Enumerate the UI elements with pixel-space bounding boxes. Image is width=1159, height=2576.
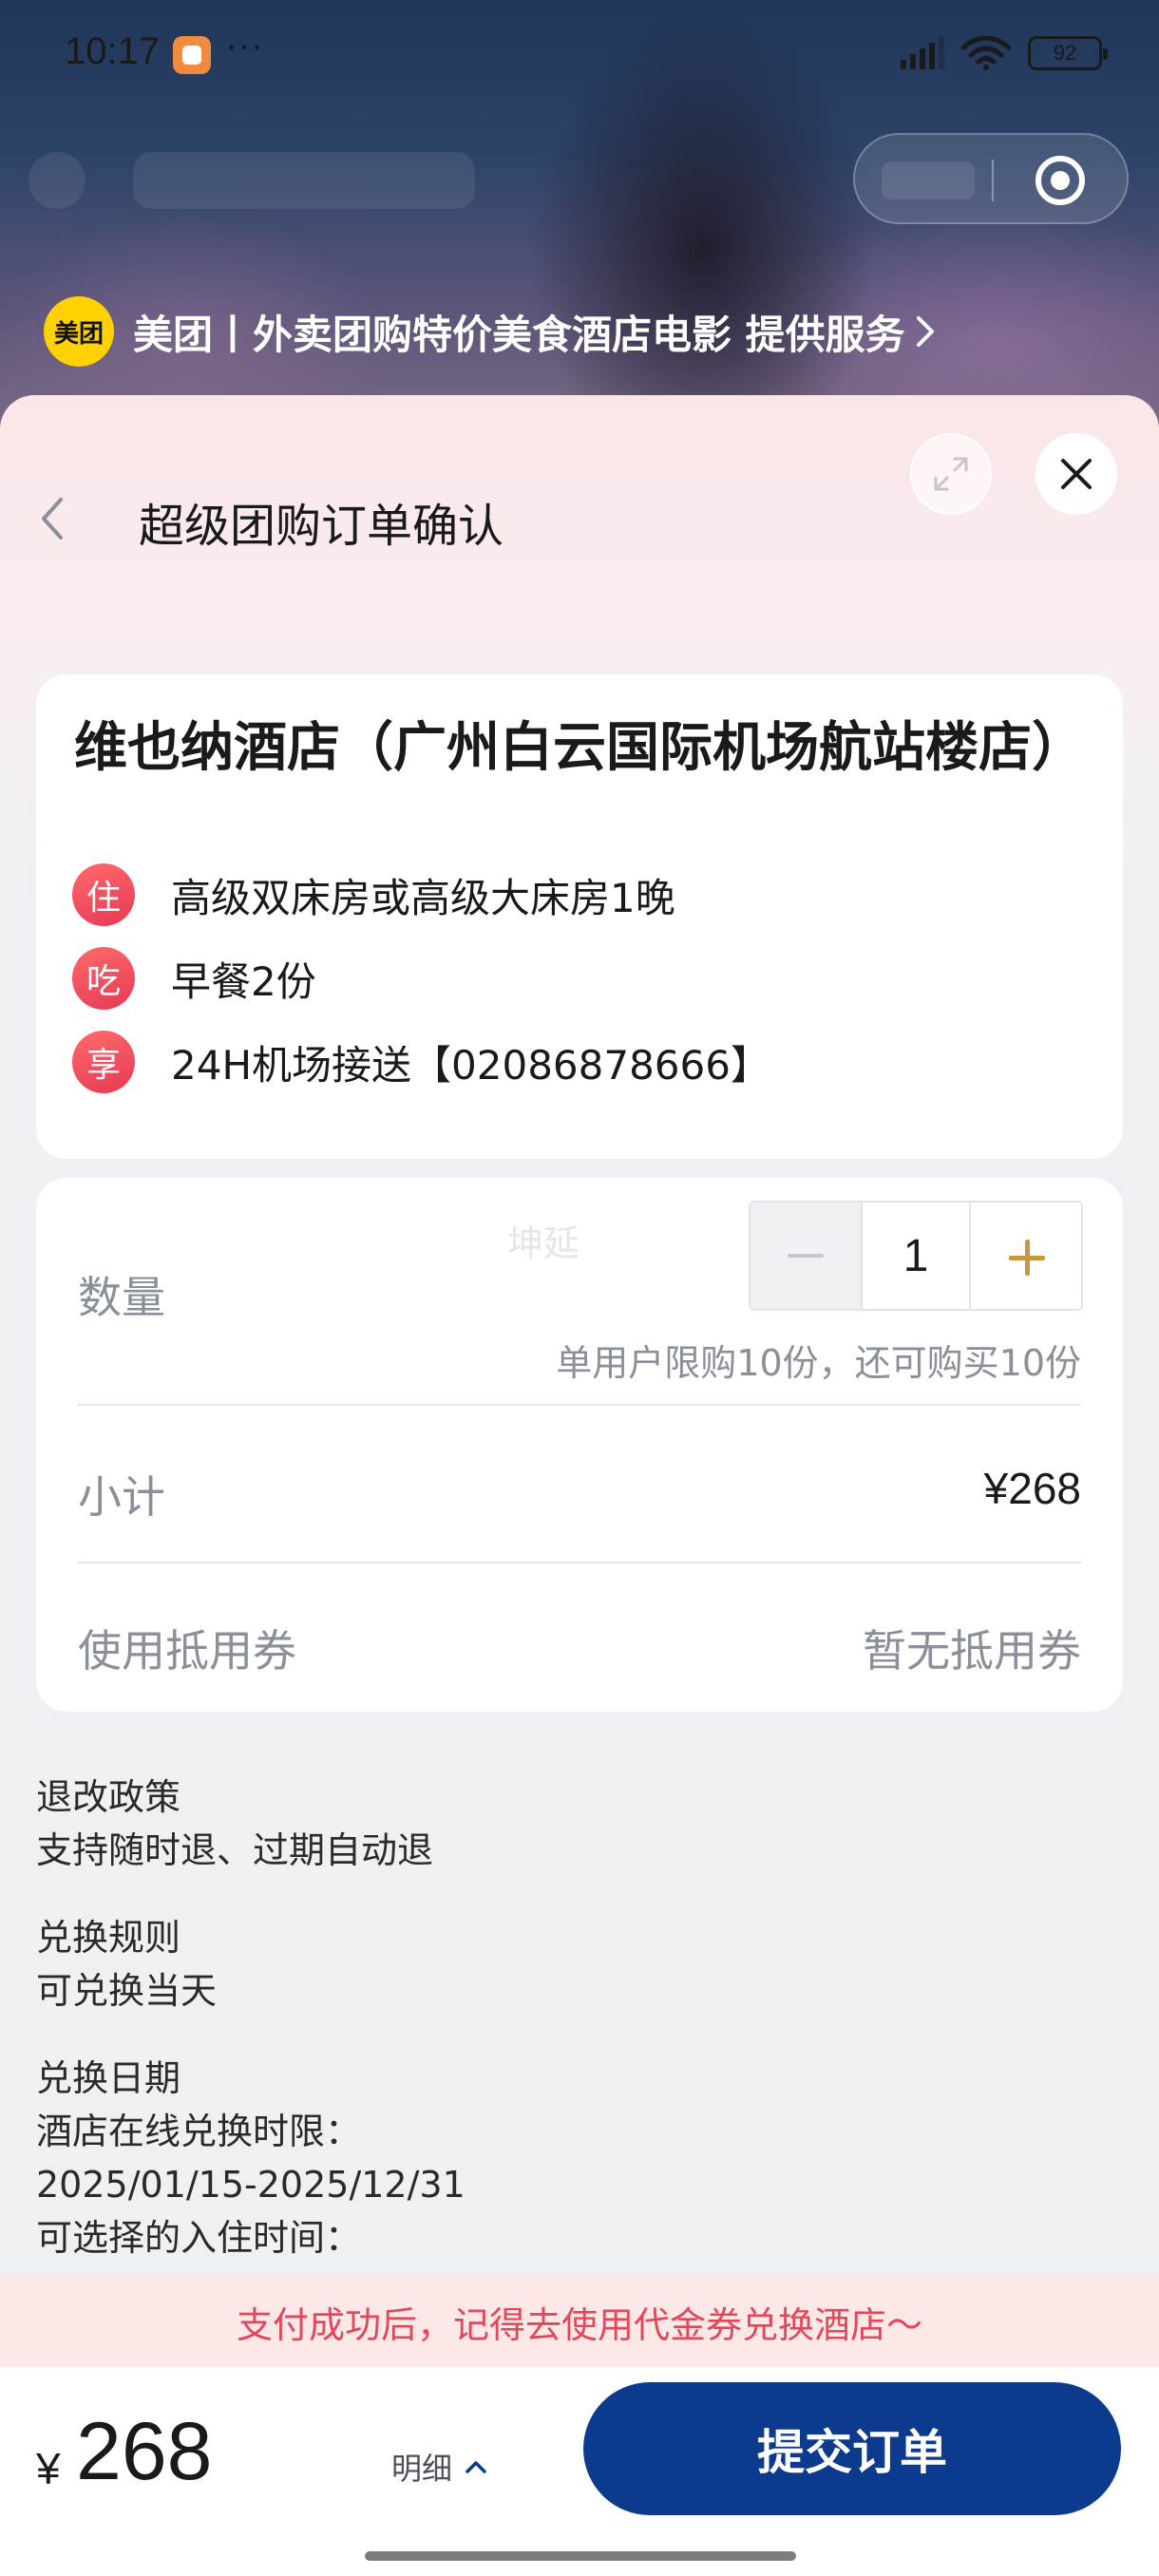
quantity-stepper[interactable]: 1 — [749, 1201, 1083, 1311]
back-icon[interactable] — [32, 490, 70, 547]
more-notifications-icon: ··· — [226, 28, 265, 67]
hotel-card: 维也纳酒店（广州白云国际机场航站楼店） 住 高级双床房或高级大床房1晚 吃 早餐… — [36, 674, 1123, 1159]
coupon-label[interactable]: 使用抵用券 — [78, 1617, 296, 1679]
capsule-close-icon[interactable] — [1036, 156, 1085, 205]
meituan-logo: 美团 — [44, 296, 114, 367]
blurred-title — [133, 152, 475, 209]
provider-row[interactable]: 美团 美团丨外卖团购特价美食酒店电影 提供服务 — [44, 296, 940, 367]
quantity-label: 数量 — [78, 1272, 165, 1323]
policy-line: 可兑换当天 — [36, 1970, 218, 2012]
divider — [78, 1562, 1081, 1563]
decrease-button[interactable] — [750, 1203, 861, 1309]
policy-line: 可选择的入住时间： — [36, 2217, 362, 2259]
wifi-icon — [961, 36, 1011, 70]
policy-title: 兑换日期 — [36, 2057, 181, 2099]
meal-badge-icon: 吃 — [72, 947, 135, 1010]
perk-text: 早餐2份 — [171, 957, 316, 1005]
perk-text: 24H机场接送【02086878666】 — [171, 1041, 770, 1089]
stay-badge-icon: 住 — [72, 863, 135, 926]
perk-item: 吃 早餐2份 — [72, 946, 316, 1011]
perk-text: 高级双床房或高级大床房1晚 — [171, 874, 675, 921]
coupon-value[interactable]: 暂无抵用券 — [863, 1617, 1081, 1679]
provider-text: 美团丨外卖团购特价美食酒店电影 提供服务 — [133, 311, 905, 358]
status-bar: 10:17 ··· 92 — [0, 0, 1159, 109]
miniprogram-capsule[interactable] — [853, 133, 1129, 224]
chevron-right-icon — [916, 316, 934, 347]
divider — [78, 1404, 1081, 1406]
chevron-up-icon — [466, 2461, 486, 2473]
subtotal-value: ¥268 — [983, 1464, 1081, 1513]
quantity-value[interactable]: 1 — [861, 1203, 971, 1309]
purchase-limit-text: 单用户限购10份，还可购买10份 — [556, 1342, 1081, 1384]
expand-icon — [934, 457, 968, 491]
detail-label: 明细 — [391, 2451, 453, 2487]
policy-title: 退改政策 — [36, 1776, 181, 1818]
perk-item: 住 高级双床房或高级大床房1晚 — [72, 862, 675, 927]
policy-line: 2025/01/15-2025/12/31 — [36, 2164, 466, 2206]
perk-item: 享 24H机场接送【02086878666】 — [72, 1030, 770, 1094]
status-time: 10:17 — [65, 30, 161, 72]
page-title: 超级团购订单确认 — [139, 500, 504, 553]
exchange-rule: 兑换规则 可兑换当天 — [36, 1911, 217, 2017]
policy-line: 酒店在线兑换时限： — [36, 2111, 362, 2152]
exchange-date: 兑换日期 酒店在线兑换时限： 2025/01/15-2025/12/31 可选择… — [36, 2052, 466, 2264]
payment-notice: 支付成功后，记得去使用代金券兑换酒店～ — [0, 2276, 1159, 2367]
notification-app-icon — [173, 36, 211, 74]
policy-title: 兑换规则 — [36, 1917, 181, 1959]
currency-symbol: ¥ — [36, 2444, 61, 2493]
submit-order-button[interactable]: 提交订单 — [583, 2382, 1121, 2515]
bottom-action-bar: ¥ 268 明细 提交订单 — [0, 2367, 1159, 2576]
watermark-text: 坤延 — [507, 1222, 580, 1264]
increase-button[interactable] — [971, 1203, 1081, 1309]
expand-button[interactable] — [910, 433, 992, 515]
signal-icon — [901, 37, 944, 69]
order-sheet: 超级团购订单确认 维也纳酒店（广州白云国际机场航站楼店） 住 高级双床房或高级大… — [0, 395, 1159, 2576]
hotel-name: 维也纳酒店（广州白云国际机场航站楼店） — [74, 717, 1085, 779]
minus-icon — [788, 1254, 824, 1258]
enjoy-badge-icon: 享 — [72, 1031, 135, 1093]
capsule-divider — [992, 160, 994, 201]
order-card: 数量 坤延 1 单用户限购10份，还可购买10份 小计 ¥268 使用抵用券 暂… — [36, 1178, 1123, 1712]
blurred-back-button — [28, 152, 86, 209]
total-price: 268 — [76, 2406, 213, 2497]
battery-icon: 92 — [1028, 36, 1108, 70]
policy-line: 支持随时退、过期自动退 — [36, 1829, 434, 1871]
home-indicator — [365, 2551, 796, 2561]
refund-policy: 退改政策 支持随时退、过期自动退 — [36, 1771, 433, 1877]
subtotal-label: 小计 — [78, 1471, 165, 1523]
close-icon — [1061, 459, 1092, 489]
capsule-menu-button[interactable] — [882, 161, 975, 199]
price-detail-toggle[interactable]: 明细 — [391, 2445, 488, 2489]
close-button[interactable] — [1036, 433, 1117, 515]
